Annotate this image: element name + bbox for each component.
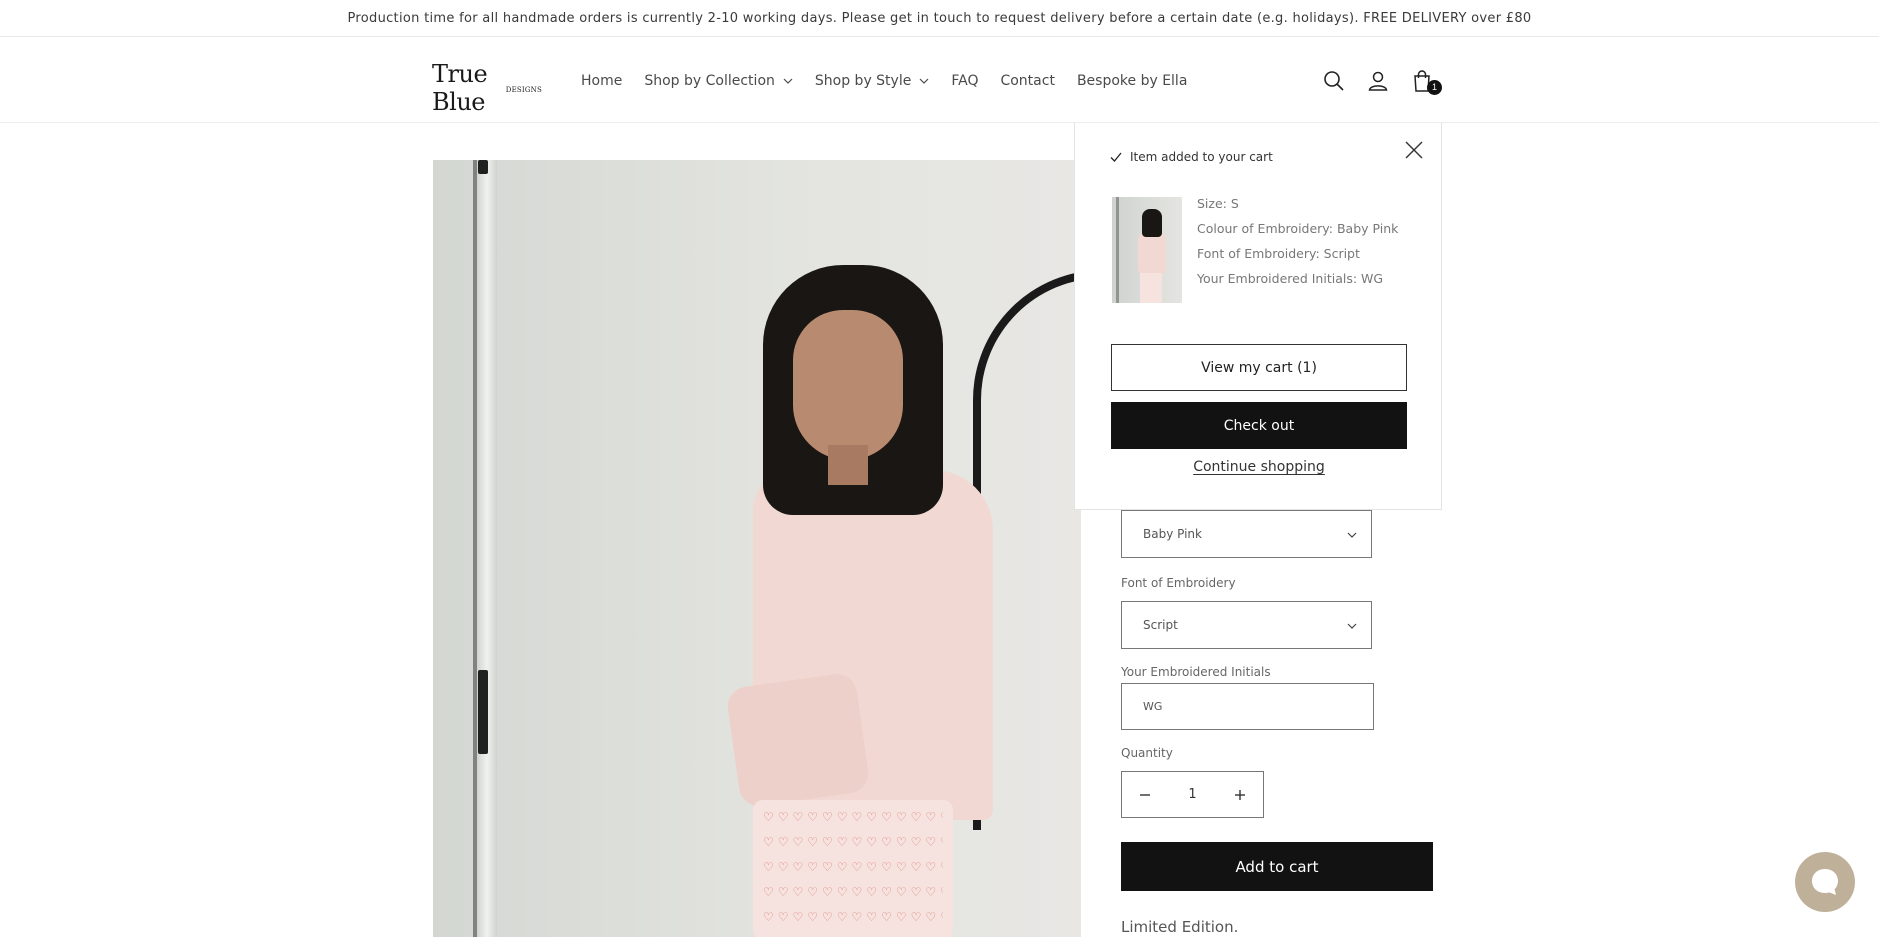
account-button[interactable] — [1364, 67, 1392, 95]
heart-pattern: ♡♡♡♡♡♡♡♡♡♡♡♡♡♡ — [763, 860, 943, 874]
chevron-down-icon — [919, 78, 929, 84]
chevron-down-icon — [1347, 623, 1357, 629]
nav-shop-by-style-label: Shop by Style — [814, 72, 912, 89]
colour-select[interactable]: Baby Pink — [1121, 510, 1372, 558]
font-select[interactable]: Script — [1121, 601, 1372, 649]
cart-item-thumbnail — [1112, 197, 1182, 303]
door-frame — [477, 160, 497, 937]
font-select-value: Script — [1143, 618, 1178, 632]
model-face — [793, 310, 903, 460]
cart-item-property: Size: S — [1197, 196, 1239, 211]
quantity-value[interactable]: 1 — [1168, 787, 1217, 802]
thumb-door — [1116, 197, 1119, 303]
initials-input[interactable] — [1121, 683, 1374, 730]
header-icons: 1 — [1320, 38, 1452, 123]
model-neck — [828, 445, 868, 485]
nav-home[interactable]: Home — [581, 73, 622, 89]
view-cart-button[interactable]: View my cart (1) — [1111, 344, 1407, 391]
quantity-decrease-button[interactable] — [1122, 772, 1168, 817]
initials-label: Your Embroidered Initials — [1121, 665, 1271, 679]
door-hinge — [478, 670, 488, 754]
view-cart-label: View my cart (1) — [1201, 359, 1317, 376]
cart-button[interactable]: 1 — [1408, 67, 1442, 95]
nav-contact[interactable]: Contact — [1000, 73, 1054, 89]
chevron-down-icon — [783, 78, 793, 84]
thumb-body — [1138, 233, 1166, 275]
cart-item-property: Colour of Embroidery: Baby Pink — [1197, 221, 1399, 236]
nav-bespoke-label: Bespoke by Ella — [1076, 72, 1188, 89]
close-button[interactable] — [1403, 139, 1425, 161]
chat-button[interactable] — [1795, 852, 1855, 912]
cart-item-property: Font of Embroidery: Script — [1197, 246, 1360, 261]
search-icon — [1324, 70, 1344, 91]
nav-faq[interactable]: FAQ — [951, 73, 978, 89]
colour-select-value: Baby Pink — [1143, 527, 1202, 541]
add-to-cart-label: Add to cart — [1235, 857, 1319, 876]
item-added-text: Item added to your cart — [1130, 150, 1273, 164]
checkout-label: Check out — [1223, 417, 1295, 434]
cart-item-properties: Size: S Colour of Embroidery: Baby Pink … — [1197, 191, 1398, 291]
door-hinge-top — [478, 160, 488, 174]
nav-faq-label: FAQ — [951, 72, 979, 89]
chat-icon — [1812, 869, 1838, 895]
cart-count-badge: 1 — [1427, 79, 1442, 95]
logo[interactable]: True Blue DESIGNS — [432, 60, 544, 116]
nav-shop-by-collection-label: Shop by Collection — [644, 72, 775, 89]
product-image[interactable]: ♡♡♡♡♡♡♡♡♡♡♡♡ ♡♡ ♡♡♡♡♡♡♡♡♡♡ ♡♡♡♡ ♡♡♡♡♡♡♡♡ ♡♡… — [433, 160, 1081, 937]
font-label: Font of Embroidery — [1121, 576, 1236, 590]
minus-icon — [1140, 793, 1150, 796]
nav-home-label: Home — [581, 72, 623, 89]
model-sleeve — [725, 671, 871, 809]
cart-item-property: Your Embroidered Initials: WG — [1197, 271, 1384, 286]
add-to-cart-button[interactable]: Add to cart — [1121, 842, 1433, 891]
quantity-increase-button[interactable] — [1217, 772, 1263, 817]
nav-bespoke[interactable]: Bespoke by Ella — [1077, 73, 1187, 89]
main-nav: Home Shop by Collection Shop by Style FA… — [581, 38, 1209, 123]
heart-pattern: ♡♡♡♡♡♡♡♡♡♡♡♡♡♡ — [763, 885, 943, 899]
thumb-skirt — [1140, 273, 1162, 303]
announcement-bar: Production time for all handmade orders … — [0, 0, 1879, 37]
limited-edition-text: Limited Edition. — [1121, 918, 1239, 936]
close-icon — [1405, 141, 1423, 159]
account-icon — [1368, 71, 1388, 91]
heart-pattern: ♡♡♡♡♡♡♡♡♡♡♡♡♡♡ — [763, 910, 943, 924]
search-button[interactable] — [1320, 67, 1348, 95]
cart-notification: Item added to your cart Size: S Colour o… — [1074, 123, 1442, 510]
quantity-label: Quantity — [1121, 746, 1173, 760]
check-icon — [1110, 152, 1122, 162]
logo-sub-text: DESIGNS — [505, 86, 542, 94]
nav-contact-label: Contact — [1000, 72, 1055, 89]
nav-shop-by-style[interactable]: Shop by Style — [815, 73, 929, 89]
plus-icon — [1235, 789, 1245, 800]
checkout-button[interactable]: Check out — [1111, 402, 1407, 449]
quantity-stepper: 1 — [1121, 771, 1264, 818]
announcement-text: Production time for all handmade orders … — [347, 10, 1532, 26]
chevron-down-icon — [1347, 532, 1357, 538]
heart-pattern: ♡♡♡♡♡♡♡♡♡♡♡♡♡♡ — [763, 835, 943, 849]
heart-pattern: ♡♡♡♡♡♡♡♡♡♡♡♡♡♡ — [763, 810, 943, 824]
nav-shop-by-collection[interactable]: Shop by Collection — [644, 73, 793, 89]
continue-shopping-link[interactable]: Continue shopping — [1111, 459, 1407, 475]
item-added-message: Item added to your cart — [1110, 150, 1273, 164]
site-header: True Blue DESIGNS Home Shop by Collectio… — [0, 38, 1879, 123]
thumb-hair — [1142, 209, 1162, 237]
